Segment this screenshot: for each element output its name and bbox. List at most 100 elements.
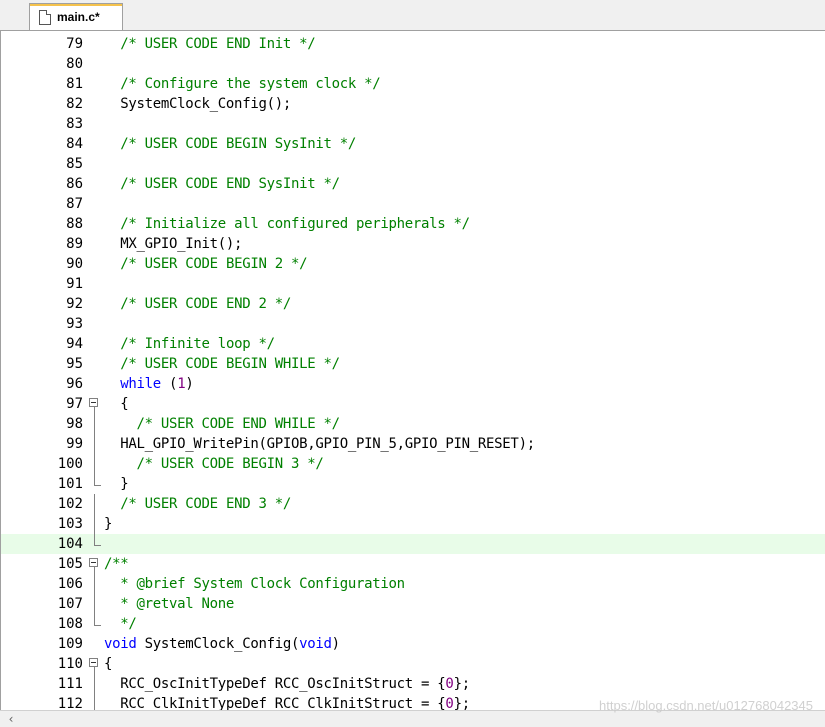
fold-gutter xyxy=(89,354,101,374)
code-line[interactable]: 84 /* USER CODE BEGIN SysInit */ xyxy=(1,134,825,154)
fold-gutter xyxy=(89,494,101,514)
fold-gutter xyxy=(89,214,101,234)
line-number: 110 xyxy=(57,656,83,672)
line-number: 88 xyxy=(66,216,83,232)
comment-token: /* USER CODE END SysInit */ xyxy=(120,176,340,192)
line-number: 105 xyxy=(57,556,83,572)
code-text: RCC_ClkInitTypeDef RCC_ClkInitStruct = {… xyxy=(104,694,470,710)
code-token: ( xyxy=(160,376,178,392)
collapse-icon[interactable] xyxy=(89,398,98,407)
code-token: MX_GPIO_Init(); xyxy=(104,236,243,252)
code-token: HAL_GPIO_WritePin(GPIOB,GPIO_PIN_5,GPIO_… xyxy=(104,436,535,452)
code-text: /* USER CODE END WHILE */ xyxy=(104,414,341,434)
code-line[interactable]: 83 xyxy=(1,114,825,134)
code-line[interactable]: 80 xyxy=(1,54,825,74)
line-number: 107 xyxy=(57,596,83,612)
fold-gutter xyxy=(89,74,101,94)
line-number: 80 xyxy=(66,56,83,72)
code-line[interactable]: 89 MX_GPIO_Init(); xyxy=(1,234,825,254)
code-line[interactable]: 107 * @retval None xyxy=(1,594,825,614)
code-line[interactable]: 109 void SystemClock_Config(void) xyxy=(1,634,825,654)
code-line[interactable]: 111 RCC_OscInitTypeDef RCC_OscInitStruct… xyxy=(1,674,825,694)
code-text: /* Infinite loop */ xyxy=(104,334,275,354)
line-number: 112 xyxy=(57,696,83,710)
code-text: } xyxy=(104,514,112,534)
code-line[interactable]: 95 /* USER CODE BEGIN WHILE */ xyxy=(1,354,825,374)
line-number: 102 xyxy=(57,496,83,512)
line-number: 103 xyxy=(57,516,83,532)
fold-gutter xyxy=(89,194,101,214)
chevron-left-icon[interactable]: ‹ xyxy=(4,712,18,726)
fold-gutter xyxy=(89,694,101,710)
code-line[interactable]: 90 /* USER CODE BEGIN 2 */ xyxy=(1,254,825,274)
code-token: } xyxy=(104,476,129,492)
fold-gutter xyxy=(89,614,101,634)
number-token: 0 xyxy=(445,676,454,692)
line-number: 91 xyxy=(66,276,83,292)
fold-gutter xyxy=(89,154,101,174)
code-line[interactable]: 110 { xyxy=(1,654,825,674)
code-line[interactable]: 91 xyxy=(1,274,825,294)
code-line[interactable]: 101 } xyxy=(1,474,825,494)
comment-token: /* USER CODE END Init */ xyxy=(120,36,316,52)
code-line[interactable]: 96 while (1) xyxy=(1,374,825,394)
code-line[interactable]: 99 HAL_GPIO_WritePin(GPIOB,GPIO_PIN_5,GP… xyxy=(1,434,825,454)
code-text: { xyxy=(104,394,128,414)
code-line[interactable]: 106 * @brief System Clock Configuration xyxy=(1,574,825,594)
code-line[interactable]: 79 /* USER CODE END Init */ xyxy=(1,34,825,54)
fold-gutter xyxy=(89,434,101,454)
tab-main-c[interactable]: main.c* xyxy=(29,3,123,30)
code-line[interactable]: 92 /* USER CODE END 2 */ xyxy=(1,294,825,314)
line-number: 83 xyxy=(66,116,83,132)
code-line[interactable]: 82 SystemClock_Config(); xyxy=(1,94,825,114)
code-text: RCC_OscInitTypeDef RCC_OscInitStruct = {… xyxy=(104,674,470,694)
fold-gutter xyxy=(89,554,101,574)
line-number: 111 xyxy=(57,676,83,692)
line-number: 109 xyxy=(57,636,83,652)
comment-token: /** xyxy=(104,556,129,572)
code-line[interactable]: 87 xyxy=(1,194,825,214)
fold-gutter xyxy=(89,254,101,274)
line-number: 92 xyxy=(66,296,83,312)
code-text: { xyxy=(104,654,112,674)
collapse-icon[interactable] xyxy=(89,658,98,667)
line-number: 94 xyxy=(66,336,83,352)
code-line[interactable]: 86 /* USER CODE END SysInit */ xyxy=(1,174,825,194)
code-token: } xyxy=(104,516,113,532)
code-line[interactable]: 93 xyxy=(1,314,825,334)
code-line[interactable]: 97 { xyxy=(1,394,825,414)
code-line[interactable]: 102 /* USER CODE END 3 */ xyxy=(1,494,825,514)
code-line[interactable]: 85 xyxy=(1,154,825,174)
line-number: 86 xyxy=(66,176,83,192)
line-number: 100 xyxy=(57,456,83,472)
code-text: /* USER CODE BEGIN WHILE */ xyxy=(104,354,340,374)
code-line[interactable]: 104 xyxy=(1,534,825,554)
collapse-icon[interactable] xyxy=(89,558,98,567)
fold-gutter xyxy=(89,534,101,554)
code-line[interactable]: 100 /* USER CODE BEGIN 3 */ xyxy=(1,454,825,474)
code-text: * @retval None xyxy=(104,594,234,614)
code-line[interactable]: 88 /* Initialize all configured peripher… xyxy=(1,214,825,234)
code-editor[interactable]: 79 /* USER CODE END Init */ 80 81 /* Confi… xyxy=(0,30,825,710)
code-line[interactable]: 94 /* Infinite loop */ xyxy=(1,334,825,354)
code-text: /* Configure the system clock */ xyxy=(104,74,380,94)
keyword-token: void xyxy=(299,636,332,652)
keyword-token: while xyxy=(120,376,161,392)
code-line[interactable]: 98 /* USER CODE END WHILE */ xyxy=(1,414,825,434)
code-text: /** xyxy=(104,554,129,574)
line-number: 90 xyxy=(66,256,83,272)
fold-gutter xyxy=(89,374,101,394)
keyword-token: void xyxy=(104,636,137,652)
code-line[interactable]: 108 */ xyxy=(1,614,825,634)
code-line[interactable]: 105 /** xyxy=(1,554,825,574)
code-line[interactable]: 103} xyxy=(1,514,825,534)
fold-end-marker xyxy=(94,474,101,486)
code-line[interactable]: 81 /* Configure the system clock */ xyxy=(1,74,825,94)
code-text: /* USER CODE END SysInit */ xyxy=(104,174,340,194)
